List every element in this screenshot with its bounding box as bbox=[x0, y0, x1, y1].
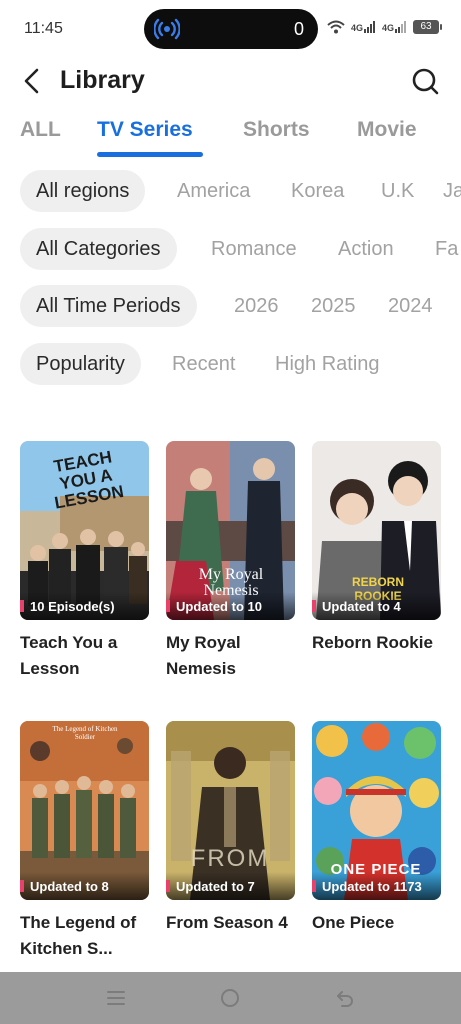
episode-badge: Updated to 8 bbox=[30, 879, 109, 894]
period-filter-row: All Time Periods 2026 2025 2024 bbox=[0, 285, 461, 329]
status-bar: 11:45 0 4G 4G 63 bbox=[0, 0, 461, 58]
dynamic-island[interactable]: 0 bbox=[144, 9, 318, 49]
chip-uk[interactable]: U.K bbox=[381, 170, 414, 212]
page-title: Library bbox=[60, 66, 145, 94]
poster-image[interactable]: ONE PIECE Updated to 1173 bbox=[312, 721, 441, 900]
island-counter: 0 bbox=[293, 19, 304, 39]
wifi-icon bbox=[327, 20, 345, 34]
chip-action[interactable]: Action bbox=[338, 228, 394, 270]
network-type-label: 4G bbox=[381, 23, 394, 33]
series-title[interactable]: Teach You a Lesson bbox=[20, 630, 149, 682]
active-tab-indicator bbox=[97, 152, 203, 157]
chip-2024[interactable]: 2024 bbox=[388, 285, 433, 327]
poster-title-art: FROM bbox=[190, 845, 270, 872]
search-icon[interactable] bbox=[410, 66, 440, 96]
chip-popularity[interactable]: Popularity bbox=[20, 343, 141, 385]
category-filter-row: All Categories Romance Action Fa bbox=[0, 228, 461, 272]
poster-image[interactable]: The Legend of Kitchen Soldier Updated to… bbox=[20, 721, 149, 900]
chip-2025[interactable]: 2025 bbox=[311, 285, 356, 327]
episode-badge: 10 Episode(s) bbox=[30, 599, 115, 614]
series-title[interactable]: My Royal Nemesis bbox=[166, 630, 295, 682]
chip-romance[interactable]: Romance bbox=[211, 228, 297, 270]
signal-bars-icon bbox=[363, 21, 375, 33]
system-navigation-bar bbox=[0, 972, 461, 1024]
poster-image[interactable]: REBORN ROOKIE Updated to 4 bbox=[312, 441, 441, 620]
chip-all-time-periods[interactable]: All Time Periods bbox=[20, 285, 197, 327]
badge-marker bbox=[166, 600, 170, 612]
episode-badge: Updated to 7 bbox=[176, 879, 255, 894]
broadcast-icon bbox=[154, 18, 180, 40]
network-type-label: 4G bbox=[350, 23, 363, 33]
signal-bars-icon bbox=[395, 21, 406, 33]
chip-recent[interactable]: Recent bbox=[172, 343, 235, 385]
back-arrow-icon[interactable] bbox=[18, 66, 48, 96]
home-icon[interactable] bbox=[218, 986, 242, 1010]
chip-all-categories[interactable]: All Categories bbox=[20, 228, 177, 270]
badge-marker bbox=[312, 600, 316, 612]
tab-tv-series[interactable]: TV Series bbox=[97, 118, 193, 142]
badge-marker bbox=[20, 880, 24, 892]
poster-title-art: The Legend of Kitchen Soldier bbox=[52, 725, 118, 741]
episode-badge: Updated to 1173 bbox=[322, 879, 422, 894]
chip-high-rating[interactable]: High Rating bbox=[275, 343, 380, 385]
cell-signal-1: 4G bbox=[351, 21, 376, 33]
series-title[interactable]: The Legend of Kitchen S... bbox=[20, 910, 149, 962]
tab-all[interactable]: ALL bbox=[20, 118, 61, 142]
badge-marker bbox=[166, 880, 170, 892]
series-title[interactable]: One Piece bbox=[312, 910, 441, 962]
chip-japan[interactable]: Ja bbox=[443, 170, 461, 212]
cell-signal-2: 4G bbox=[382, 21, 407, 33]
tab-shorts[interactable]: Shorts bbox=[243, 118, 310, 142]
chip-america[interactable]: America bbox=[177, 170, 250, 212]
poster-image[interactable]: FROM Updated to 7 bbox=[166, 721, 295, 900]
chip-korea[interactable]: Korea bbox=[291, 170, 344, 212]
series-title[interactable]: From Season 4 bbox=[166, 910, 295, 962]
category-tabs: ALL TV Series Shorts Movie bbox=[0, 112, 461, 160]
tab-movie[interactable]: Movie bbox=[357, 118, 417, 142]
back-icon[interactable] bbox=[333, 986, 357, 1010]
status-time: 11:45 bbox=[24, 20, 63, 37]
series-title[interactable]: Reborn Rookie bbox=[312, 630, 441, 682]
chip-fantasy[interactable]: Fa bbox=[435, 228, 458, 270]
region-filter-row: All regions America Korea U.K Ja bbox=[0, 170, 461, 214]
badge-marker bbox=[20, 600, 24, 612]
episode-badge: Updated to 4 bbox=[322, 599, 401, 614]
poster-image[interactable]: TEACH YOU A LESSON 10 Episode(s) bbox=[20, 441, 149, 620]
poster-image[interactable]: My Royal Nemesis Updated to 10 bbox=[166, 441, 295, 620]
sort-filter-row: Popularity Recent High Rating bbox=[0, 343, 461, 387]
menu-icon[interactable] bbox=[104, 986, 128, 1010]
status-indicators: 4G 4G 63 bbox=[327, 20, 442, 34]
badge-marker bbox=[312, 880, 316, 892]
episode-badge: Updated to 10 bbox=[176, 599, 262, 614]
chip-all-regions[interactable]: All regions bbox=[20, 170, 146, 212]
battery-indicator: 63 bbox=[413, 20, 442, 34]
header: Library bbox=[0, 58, 461, 106]
chip-2026[interactable]: 2026 bbox=[234, 285, 279, 327]
